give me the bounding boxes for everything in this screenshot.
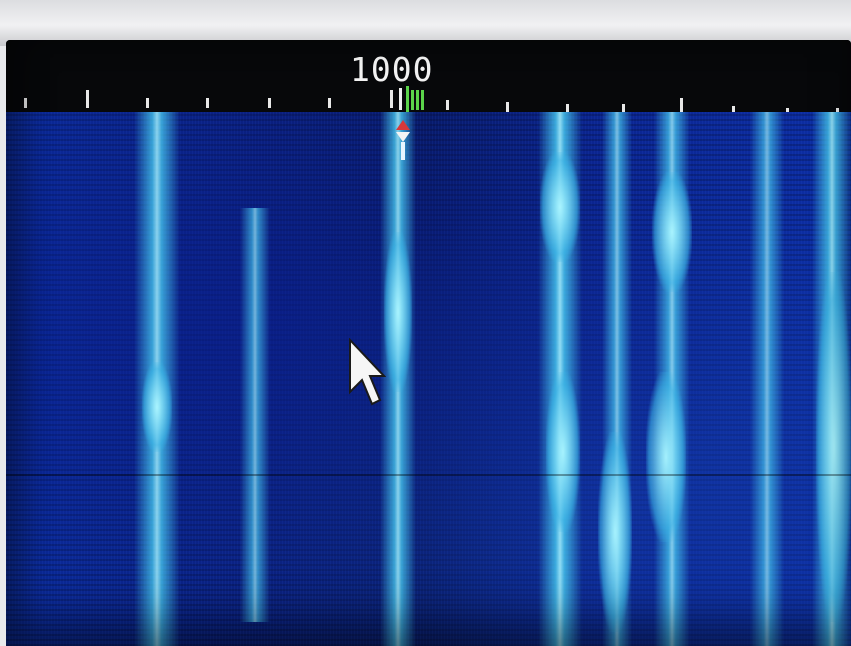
scale-tick (268, 98, 271, 108)
scale-tick (86, 90, 89, 108)
signal-trace (750, 112, 784, 646)
scale-tick (446, 100, 449, 110)
scale-tick (24, 98, 27, 108)
sdr-waterfall-window: 1000 (6, 40, 851, 646)
signal-burst (540, 152, 580, 262)
signal-burst (652, 172, 692, 292)
signal-burst (384, 232, 412, 392)
signal-burst (646, 372, 686, 542)
frequency-scale-label: 1000 (350, 50, 434, 89)
filter-marker-icon[interactable] (386, 120, 420, 160)
scale-tick (390, 90, 393, 108)
signal-burst (598, 432, 632, 632)
scale-tick (328, 98, 331, 108)
signal-burst (816, 272, 851, 622)
signal-trace (240, 208, 270, 622)
signal-burst (546, 372, 580, 532)
waterfall-display[interactable] (6, 112, 851, 646)
scale-tick (206, 98, 209, 108)
waterfall-scanline (6, 474, 851, 476)
scale-tick (506, 102, 509, 112)
scale-tick (146, 98, 149, 108)
frequency-scale[interactable]: 1000 (6, 40, 851, 118)
arrow-cursor-icon (349, 338, 386, 406)
signal-burst (142, 362, 172, 452)
tuning-marker-icon[interactable] (395, 86, 429, 112)
